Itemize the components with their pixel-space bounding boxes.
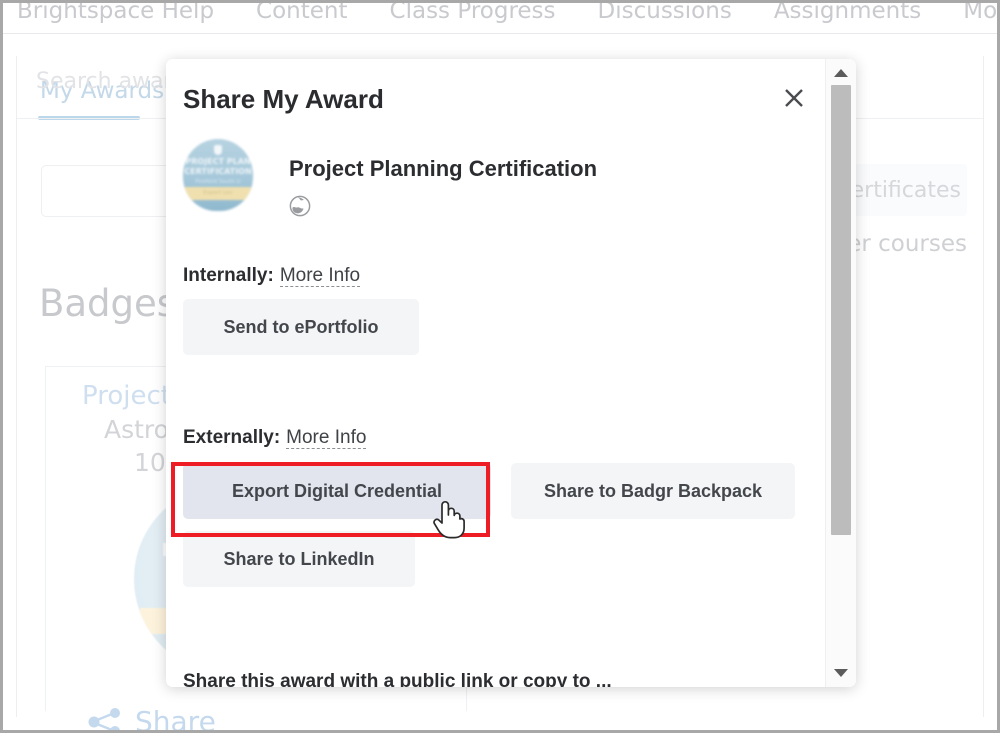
dialog-footnote: Share this award with a public link or c… (183, 671, 612, 687)
share-to-linkedin-button[interactable]: Share to LinkedIn (183, 531, 415, 587)
award-badge-circle: PROJECT PLAN CERTIFICATION Firefield Sou… (183, 139, 253, 211)
nav-item-content[interactable]: Content (256, 0, 347, 24)
badge-card-share-link[interactable]: Share (88, 705, 216, 733)
close-icon-glyph (783, 87, 805, 109)
award-title: Project Planning Certification (289, 156, 597, 182)
certificates-button-label: ertificates (851, 178, 961, 203)
scroll-down-icon[interactable] (826, 661, 856, 685)
dialog-title: Share My Award (183, 84, 384, 115)
export-digital-credential-button[interactable]: Export Digital Credential (183, 463, 491, 519)
share-my-award-dialog: Share My Award PROJECT PLAN CERTIFICATIO… (166, 59, 856, 687)
scroll-up-icon[interactable] (826, 61, 856, 85)
dialog-body: Share My Award PROJECT PLAN CERTIFICATIO… (166, 59, 826, 687)
award-badge-line1: PROJECT PLAN (183, 157, 253, 166)
share-icon (88, 707, 122, 733)
nav-item-more-label: More (963, 0, 1000, 24)
externally-label: Externally: (183, 427, 280, 448)
internally-section-heading: Internally: More Info (183, 265, 360, 287)
dialog-scrollbar[interactable] (825, 59, 856, 687)
nav-item-class-progress[interactable]: Class Progress (390, 0, 556, 24)
navbar-divider (3, 33, 997, 34)
nav-item-brightspace-help[interactable]: Brightspace Help (17, 0, 214, 24)
award-badge-ribbon-label: Expert Lev (183, 190, 253, 196)
screenshot-root: Brightspace Help Content Class Progress … (0, 0, 1000, 733)
internally-more-info-link[interactable]: More Info (280, 265, 360, 287)
award-badge-line2: CERTIFICATION (183, 167, 253, 176)
globe-icon (289, 195, 311, 217)
course-navbar: Brightspace Help Content Class Progress … (3, 0, 997, 33)
scroll-up-glyph (834, 69, 848, 77)
close-icon[interactable] (777, 81, 811, 115)
externally-section-heading: Externally: More Info (183, 427, 366, 449)
shield-icon (214, 145, 222, 155)
nav-item-discussions[interactable]: Discussions (598, 0, 732, 24)
award-summary: PROJECT PLAN CERTIFICATION Firefield Sou… (183, 139, 806, 229)
nav-item-assignments[interactable]: Assignments (774, 0, 921, 24)
award-badge-org: Firefield South U (183, 179, 253, 185)
share-link-label: Share (135, 705, 216, 733)
badges-heading: Badges (39, 282, 176, 325)
award-badge-image: PROJECT PLAN CERTIFICATION Firefield Sou… (183, 139, 253, 211)
internally-label: Internally: (183, 265, 274, 286)
share-to-badgr-backpack-button[interactable]: Share to Badgr Backpack (511, 463, 795, 519)
other-courses-link[interactable]: er courses (847, 231, 967, 257)
scroll-down-glyph (834, 669, 848, 677)
externally-more-info-link[interactable]: More Info (286, 427, 366, 449)
scrollbar-thumb[interactable] (831, 85, 851, 535)
send-to-eportfolio-button[interactable]: Send to ePortfolio (183, 299, 419, 355)
search-awards-placeholder: Search awar (36, 69, 173, 94)
nav-item-more[interactable]: More (963, 0, 1000, 24)
